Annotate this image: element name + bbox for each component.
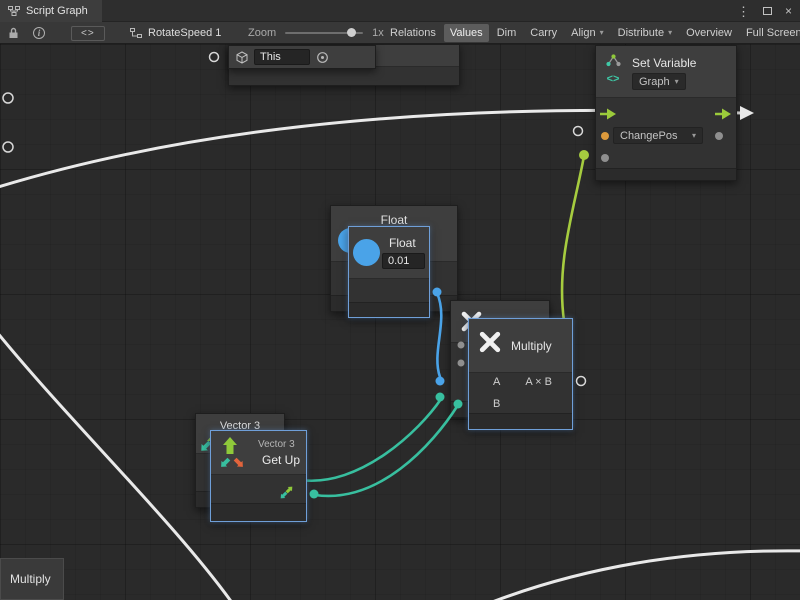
control-in-arrow[interactable]	[600, 107, 617, 121]
close-icon[interactable]: ×	[785, 5, 792, 17]
toolbar-button-carry[interactable]: Carry	[524, 24, 563, 42]
target-icon[interactable]	[316, 51, 329, 64]
chevron-down-icon: ▾	[692, 132, 696, 140]
control-out-arrow[interactable]	[715, 107, 732, 121]
variable-name: ChangePos	[620, 130, 678, 142]
toolbar-button-overview[interactable]: Overview	[680, 24, 738, 42]
node-type-label: Vector 3	[258, 439, 295, 450]
toolbar-button-distribute[interactable]: Distribute▾	[612, 24, 678, 42]
value-out-port[interactable]	[715, 132, 723, 140]
zoom-slider[interactable]	[285, 32, 363, 34]
graph-asset-icon	[130, 28, 142, 38]
chevron-down-icon: ▾	[600, 29, 604, 37]
zoom-slider-handle[interactable]	[347, 28, 356, 37]
output-label: A × B	[525, 376, 552, 388]
node-title: Get Up	[262, 453, 300, 467]
toolbar-button-values[interactable]: Values	[444, 24, 489, 42]
node-footer	[596, 168, 736, 180]
toolbar-button-align[interactable]: Align▾	[565, 24, 609, 42]
toolbar-button-fullscreen[interactable]: Full Screen	[740, 24, 800, 42]
float-icon	[353, 239, 380, 266]
node-title: Float	[331, 213, 457, 227]
node-title: Set Variable	[632, 56, 696, 70]
node-vector3[interactable]: Vector 3 Get Up	[210, 430, 307, 522]
tab-title: Script Graph	[26, 5, 88, 17]
title-bar: Script Graph ⋮ ×	[0, 0, 800, 22]
scope-dropdown[interactable]: Graph ▾	[632, 73, 686, 90]
toolbar-button-relations[interactable]: Relations	[384, 24, 442, 42]
window-menu-icon[interactable]: ⋮	[737, 5, 750, 18]
this-object-field[interactable]: This	[254, 49, 310, 65]
code-glyph: <>	[603, 73, 623, 85]
tab-script-graph[interactable]: Script Graph	[0, 0, 102, 22]
vector3-get-up-icon	[216, 435, 248, 471]
input-b-label: B	[493, 398, 500, 410]
info-icon[interactable]: i	[33, 27, 45, 39]
multiply-icon	[476, 328, 504, 356]
maximize-icon[interactable]	[763, 7, 772, 15]
variable-port[interactable]	[601, 132, 609, 140]
cube-icon	[236, 51, 248, 64]
float-value-input[interactable]: 0.01	[382, 253, 425, 269]
node-title: Float	[389, 236, 416, 250]
set-variable-icon: <>	[603, 54, 623, 85]
node-multiply[interactable]: Multiply A A × B B	[468, 318, 573, 430]
chevron-down-icon: ▾	[675, 78, 679, 86]
node-title: Multiply	[511, 339, 552, 353]
variable-dropdown[interactable]: ChangePos ▾	[613, 127, 703, 144]
lock-icon[interactable]	[8, 27, 19, 39]
script-graph-icon	[8, 5, 20, 17]
toolbar-button-dim[interactable]: Dim	[491, 24, 523, 42]
graph-name[interactable]: RotateSpeed 1	[148, 27, 221, 39]
tooltip-multiply: Multiply	[0, 558, 64, 600]
zoom-label: Zoom	[248, 27, 276, 39]
graph-toolbar: i <> RotateSpeed 1 Zoom 1x Relations Val…	[0, 22, 800, 44]
vector-output-icon	[279, 485, 294, 500]
chevron-down-icon: ▾	[668, 29, 672, 37]
code-view-icon[interactable]: <>	[71, 26, 105, 41]
input-a-label: A	[493, 376, 500, 388]
scope-value: Graph	[639, 76, 670, 88]
node-set-variable[interactable]: <> Set Variable Graph ▾ ChangePos ▾	[595, 45, 737, 181]
zoom-value: 1x	[372, 27, 384, 39]
value-in-port[interactable]	[601, 154, 609, 162]
node-this[interactable]: This	[228, 45, 376, 69]
node-float[interactable]: Float 0.01	[348, 226, 430, 318]
